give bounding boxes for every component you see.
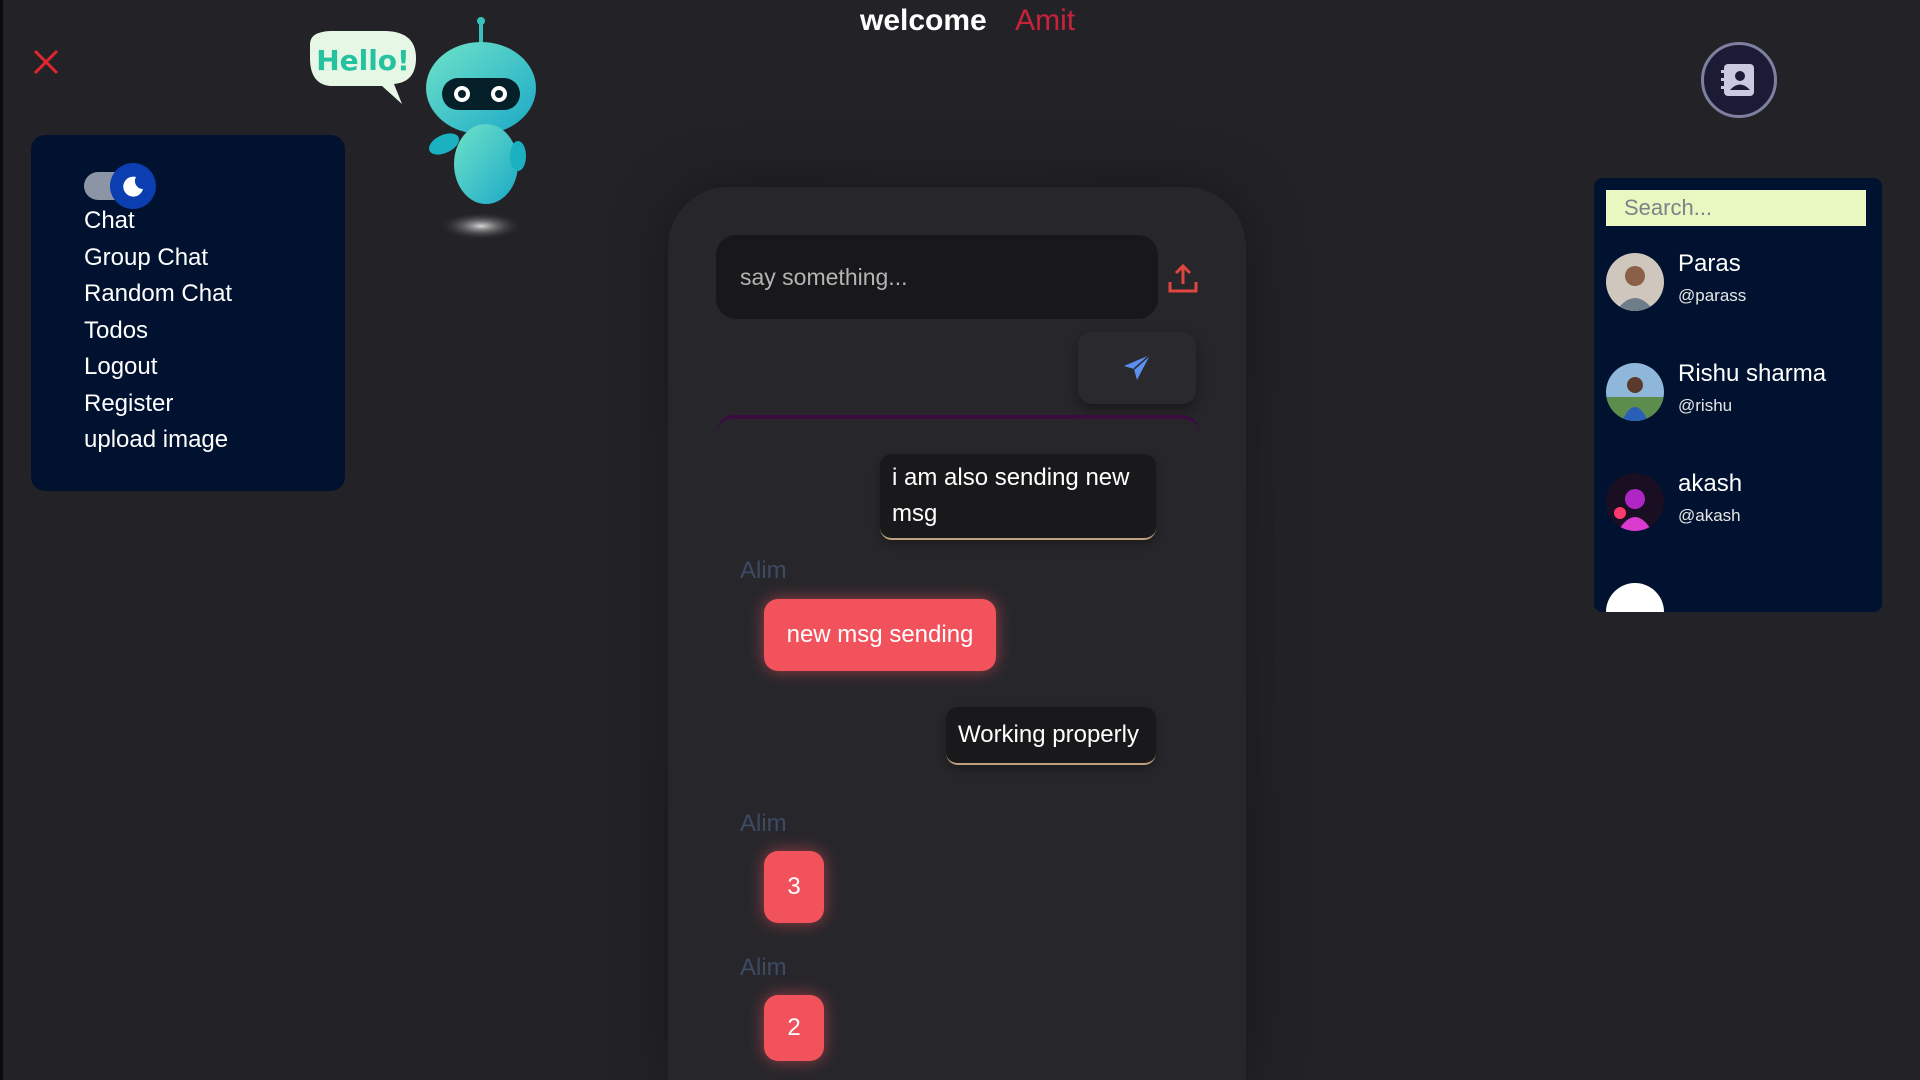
hello-text: Hello! [316, 44, 410, 77]
menu-item-chat[interactable]: Chat [84, 203, 232, 240]
contact-handle: @parass [1678, 286, 1747, 305]
menu-item-upload-image[interactable]: upload image [84, 422, 232, 459]
close-icon[interactable] [30, 46, 62, 78]
user-name: Amit [1015, 4, 1076, 37]
contact-name: Rishu sharma [1678, 360, 1827, 387]
message-received: new msg sending [764, 599, 996, 671]
message-input[interactable] [716, 235, 1158, 319]
contacts-button[interactable] [1701, 42, 1777, 118]
avatar [1606, 473, 1664, 531]
contact-name: Paras [1678, 250, 1741, 277]
upload-icon[interactable] [1165, 260, 1201, 296]
message-sender: Alim [740, 557, 787, 584]
menu-item-group-chat[interactable]: Group Chat [84, 240, 232, 277]
contact-handle: @rishu [1678, 396, 1733, 415]
avatar [1606, 363, 1664, 421]
contact-item[interactable]: akash @akash [1606, 468, 1876, 538]
message-sent: Working properly [946, 707, 1156, 765]
menu-item-todos[interactable]: Todos [84, 313, 232, 350]
contact-handle: @akash [1678, 506, 1741, 525]
menu-item-random-chat[interactable]: Random Chat [84, 276, 232, 313]
search-input[interactable] [1606, 190, 1866, 226]
message-sender: Alim [740, 954, 787, 981]
welcome-label: welcome [860, 4, 987, 37]
menu-list: Chat Group Chat Random Chat Todos Logout… [84, 203, 232, 459]
messages-divider [716, 415, 1200, 443]
contact-item-partial[interactable] [1606, 578, 1876, 612]
robot-mascot: Hello! [310, 17, 536, 240]
contact-item[interactable]: Paras @parass [1606, 248, 1876, 318]
send-button[interactable] [1078, 332, 1196, 404]
welcome-header: welcome Amit [860, 4, 1075, 38]
chat-panel: i am also sending new msg Alim new msg s… [668, 187, 1246, 1080]
contact-item[interactable]: Rishu sharma @rishu [1606, 358, 1876, 428]
avatar [1606, 253, 1664, 311]
contact-book-icon [1721, 64, 1754, 96]
menu-item-register[interactable]: Register [84, 386, 232, 423]
window-edge [0, 0, 3, 1080]
avatar [1606, 583, 1664, 612]
contact-name: akash [1678, 470, 1743, 497]
contacts-panel: Paras @parass Rishu sharma @rishu akash … [1594, 178, 1882, 612]
paper-plane-icon [1124, 354, 1151, 380]
message-sent: i am also sending new msg [880, 454, 1156, 540]
message-sender: Alim [740, 810, 787, 837]
menu-item-logout[interactable]: Logout [84, 349, 232, 386]
message-received: 3 [764, 851, 824, 923]
message-received: 2 [764, 995, 824, 1061]
